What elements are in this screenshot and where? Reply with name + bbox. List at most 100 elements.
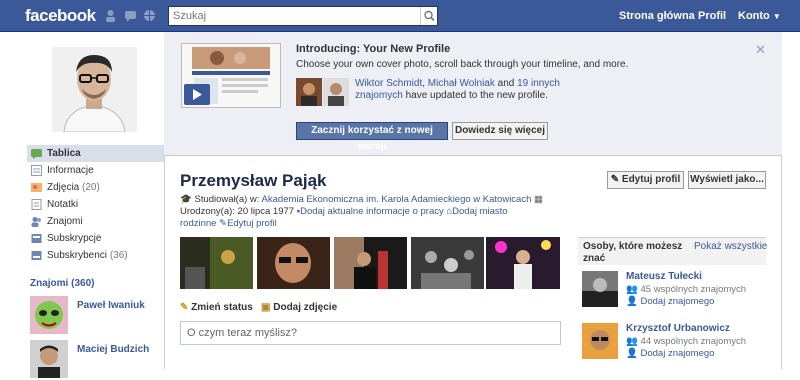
notifications-globe-icon[interactable] bbox=[143, 9, 156, 22]
mutual-friends[interactable]: 👥 45 wspólnych znajomych bbox=[626, 284, 746, 295]
tab-update-status[interactable]: ✎ Zmień status bbox=[180, 302, 253, 313]
start-new-profile-button[interactable]: Zacznij korzystać z nowej wersji bbox=[296, 122, 448, 152]
subscriptions-icon bbox=[31, 234, 42, 243]
close-icon[interactable]: ✕ bbox=[755, 42, 766, 58]
suggestion-item: Krzysztof Urbanowicz 👥 44 wspólnych znaj… bbox=[578, 323, 766, 368]
notes-icon bbox=[31, 199, 42, 210]
facebook-logo[interactable]: facebook bbox=[25, 6, 96, 26]
text-tail: have updated to the new profile. bbox=[402, 90, 548, 101]
nav-item-label: Tablica bbox=[47, 148, 81, 159]
pencil-icon: ✎ bbox=[610, 174, 620, 185]
wall-icon bbox=[31, 149, 42, 159]
add-hometown-link[interactable]: Dodaj miasto bbox=[452, 206, 507, 217]
education-icon: 🎓 bbox=[180, 194, 192, 205]
nav-item-label: Zdjęcia bbox=[47, 182, 80, 193]
nav-item-label: Informacje bbox=[47, 165, 94, 176]
add-friend-icon: 👤 bbox=[626, 296, 638, 307]
avatar[interactable] bbox=[582, 271, 618, 307]
nav-item-subscribers[interactable]: Subskrybenci (36) bbox=[27, 247, 164, 264]
profile-navigation: Tablica Informacje Zdjęcia (20) Notatki … bbox=[27, 145, 164, 264]
search-icon bbox=[424, 10, 435, 22]
messages-icon[interactable] bbox=[124, 9, 137, 22]
photo-thumbnail[interactable] bbox=[180, 237, 253, 289]
mutual-friends[interactable]: 👥 44 wspólnych znajomych bbox=[626, 336, 746, 347]
suggestion-item: Mateusz Tułecki 👥 45 wspólnych znajomych… bbox=[578, 271, 766, 316]
birthday-line: Urodzony(a): 20 lipca 1977 ▪Dodaj aktual… bbox=[180, 206, 508, 218]
pencil-icon: ✎ bbox=[219, 218, 228, 229]
edit-profile-button[interactable]: ✎ Edytuj profil bbox=[607, 171, 684, 189]
timeline-preview-thumbnail[interactable] bbox=[181, 43, 281, 108]
nav-item-subscriptions[interactable]: Subskrypcje bbox=[27, 230, 164, 247]
friends-icon bbox=[31, 217, 41, 227]
nav-item-label: Subskrybenci bbox=[47, 250, 108, 261]
mutual-icon: 👥 bbox=[626, 336, 638, 347]
friend-item[interactable]: Maciej Budzich bbox=[30, 340, 160, 380]
timeline-preview-image bbox=[182, 44, 280, 107]
photo-thumbnail[interactable] bbox=[411, 237, 484, 289]
calendar-icon: ▦ bbox=[534, 194, 543, 205]
suggestion-name[interactable]: Mateusz Tułecki bbox=[626, 271, 702, 282]
see-all-link[interactable]: Pokaż wszystkie bbox=[694, 241, 767, 252]
suggestion-name[interactable]: Krzysztof Urbanowicz bbox=[626, 323, 730, 334]
suggestions-title-line2: znać bbox=[583, 253, 606, 264]
tab-label: Dodaj zdjęcie bbox=[273, 302, 338, 313]
profile-picture[interactable] bbox=[52, 47, 137, 132]
nav-item-wall[interactable]: Tablica bbox=[27, 145, 164, 162]
photo-icon: ▣ bbox=[261, 302, 271, 313]
mutual-icon: 👥 bbox=[626, 284, 638, 295]
edit-profile-link[interactable]: Edytuj profil bbox=[227, 218, 277, 229]
nav-item-count: (36) bbox=[109, 250, 128, 261]
friend-link-1[interactable]: Wiktor Schmidt bbox=[355, 78, 422, 89]
mutual-text: 44 wspólnych znajomych bbox=[640, 336, 747, 347]
learn-more-button[interactable]: Dowiedz się więcej bbox=[452, 122, 548, 140]
suggestions-title-line1: Osoby, które możesz bbox=[583, 241, 683, 252]
nav-item-photos[interactable]: Zdjęcia (20) bbox=[27, 179, 164, 196]
friend-link-2[interactable]: Michał Wolniak bbox=[428, 78, 495, 89]
nav-item-count: (20) bbox=[82, 182, 100, 193]
friend-requests-icon[interactable] bbox=[104, 9, 117, 22]
account-menu[interactable]: Konto ▼ bbox=[738, 10, 781, 22]
status-icon: ✎ bbox=[180, 302, 189, 313]
avatar[interactable] bbox=[582, 323, 618, 359]
add-friend-button[interactable]: 👤 Dodaj znajomego bbox=[626, 296, 714, 307]
view-as-button[interactable]: Wyświetl jako... bbox=[688, 171, 766, 189]
tab-add-photo[interactable]: ▣ Dodaj zdjęcie bbox=[261, 302, 337, 313]
photo-thumbnail[interactable] bbox=[486, 237, 560, 289]
suggestions-title: Osoby, które możesz znać bbox=[583, 241, 682, 265]
studied-prefix: Studiował(a) w: bbox=[194, 194, 262, 205]
profile-name: Przemysław Pająk bbox=[180, 171, 327, 190]
status-input[interactable]: O czym teraz myślisz? bbox=[180, 321, 561, 345]
photos-icon bbox=[31, 183, 42, 192]
search-input[interactable]: Szukaj bbox=[168, 6, 438, 26]
suggestions-header: Osoby, które możesz znać Pokaż wszystkie bbox=[578, 237, 767, 265]
chevron-down-icon: ▼ bbox=[772, 12, 781, 21]
photo-thumbnail[interactable] bbox=[334, 237, 407, 289]
account-label: Konto bbox=[738, 10, 770, 22]
banner-title: Introducing: Your New Profile bbox=[296, 43, 451, 55]
nav-item-notes[interactable]: Notatki bbox=[27, 196, 164, 213]
school-link[interactable]: Akademia Ekonomiczna im. Karola Adamieck… bbox=[262, 194, 532, 205]
add-friend-button[interactable]: 👤 Dodaj znajomego bbox=[626, 348, 714, 359]
nav-item-info[interactable]: Informacje bbox=[27, 162, 164, 179]
friend-name: Paweł Iwaniuk bbox=[77, 300, 145, 311]
nav-item-friends[interactable]: Znajomi bbox=[27, 213, 164, 230]
photo-thumbnail[interactable] bbox=[257, 237, 330, 289]
banner-friends-text: Wiktor Schmidt, Michał Wolniak and 19 in… bbox=[355, 78, 560, 102]
add-work-link[interactable]: Dodaj aktualne informacje o pracy bbox=[300, 206, 444, 217]
text-and: and bbox=[494, 78, 518, 89]
education-line: 🎓 Studiował(a) w: Akademia Ekonomiczna i… bbox=[180, 194, 543, 206]
tab-label: Zmień status bbox=[191, 302, 253, 313]
add-hometown-link-cont[interactable]: rodzinne bbox=[180, 218, 216, 229]
home-link[interactable]: Strona główna bbox=[619, 10, 695, 22]
profile-link[interactable]: Profil bbox=[698, 10, 726, 22]
friend-item[interactable]: Paweł Iwaniuk bbox=[30, 296, 160, 336]
search-button[interactable] bbox=[420, 7, 437, 25]
edit-profile-label: Edytuj profil bbox=[621, 174, 681, 185]
friend-name: Maciej Budzich bbox=[77, 344, 150, 355]
add-friend-label: Dodaj znajomego bbox=[640, 296, 715, 307]
info-icon bbox=[31, 165, 42, 176]
friends-header[interactable]: Znajomi (360) bbox=[30, 278, 94, 289]
nav-item-label: Znajomi bbox=[47, 216, 83, 227]
avatar bbox=[30, 296, 68, 334]
add-friend-label: Dodaj znajomego bbox=[640, 348, 715, 359]
